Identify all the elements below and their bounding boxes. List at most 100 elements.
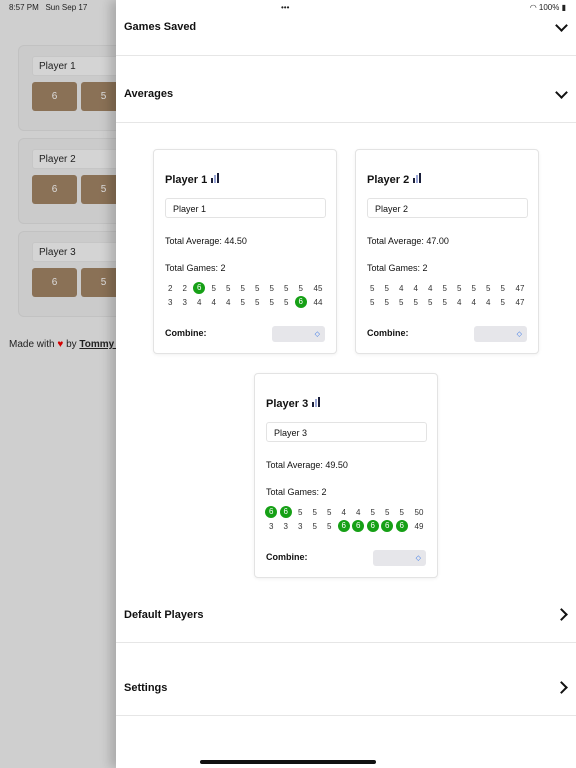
- section-title: Games Saved: [124, 21, 197, 33]
- section-averages[interactable]: Averages: [116, 56, 576, 123]
- frame-score: 5: [442, 297, 447, 307]
- frame-score: 5: [442, 283, 447, 293]
- frame-score: 4: [211, 297, 216, 307]
- score-button[interactable]: 6: [32, 82, 77, 111]
- frame-score: 5: [413, 297, 418, 307]
- combine-label: Combine:: [367, 328, 409, 338]
- player-name-input[interactable]: Player 2: [367, 198, 528, 218]
- frame-score: 4: [197, 297, 202, 307]
- combine-label: Combine:: [266, 552, 308, 562]
- battery-indicator: ◠ 100% ▮: [529, 3, 566, 12]
- chevron-right-icon: [555, 681, 568, 694]
- section-default-players[interactable]: Default Players: [116, 590, 576, 643]
- game-total: 44: [313, 297, 323, 307]
- frame-score: 6: [351, 520, 366, 532]
- credits: Made with ♥ by Tommy P: [9, 339, 124, 350]
- total-average: Total Average: 49.50: [266, 460, 348, 470]
- card-title: Player 3: [266, 397, 321, 410]
- frame-score: 6: [192, 282, 207, 294]
- section-title: Averages: [124, 88, 174, 100]
- frame-score: 5: [284, 283, 289, 293]
- player-average-card: Player 2 Player 2 Total Average: 47.00 T…: [355, 149, 539, 354]
- game-total: 47: [515, 283, 525, 293]
- card-title: Player 1: [165, 173, 220, 186]
- frame-score: 4: [471, 297, 476, 307]
- side-panel: Games Saved Averages Player 1 Player 1 T…: [116, 0, 576, 768]
- game-total: 49: [414, 521, 424, 531]
- total-games: Total Games: 2: [266, 487, 327, 497]
- background-view: Player 1 6 5 Player 2 6 5 Player 365 Made with…: [0, 0, 162, 768]
- frame-score: 5: [298, 507, 303, 517]
- chevron-up-down-icon: ◇: [314, 331, 320, 338]
- score-row: 2 2 6 5 5 5 5 5 5 5 45: [163, 281, 328, 295]
- frame-score: 5: [471, 283, 476, 293]
- player-average-card: Player 3 Player 3 Total Average: 49.50 T…: [254, 373, 438, 578]
- score-button[interactable]: 6: [32, 268, 77, 297]
- player-average-card: Player 1 Player 1 Total Average: 44.50 T…: [153, 149, 337, 354]
- frame-score: 3: [298, 521, 303, 531]
- player-name-input[interactable]: Player 3: [266, 422, 427, 442]
- frame-score: 5: [384, 297, 389, 307]
- frame-score: 5: [399, 507, 404, 517]
- section-settings[interactable]: Settings: [116, 643, 576, 716]
- frame-score: 5: [240, 283, 245, 293]
- frame-score: 2: [168, 283, 173, 293]
- score-button[interactable]: 6: [32, 175, 77, 204]
- score-table: 6 6 5 5 5 4 4 5 5 5 50 3 3 3 5 5 6 6 6 6 6 49: [264, 505, 429, 533]
- frame-score: 5: [269, 283, 274, 293]
- frame-score: 5: [370, 283, 375, 293]
- frame-score: 4: [341, 507, 346, 517]
- frame-score: 4: [226, 297, 231, 307]
- combine-label: Combine:: [165, 328, 207, 338]
- frame-score: 5: [255, 297, 260, 307]
- frame-score: 5: [486, 283, 491, 293]
- frame-score: 5: [312, 521, 317, 531]
- frame-score: 4: [413, 283, 418, 293]
- total-average: Total Average: 47.00: [367, 236, 449, 246]
- frame-score: 5: [428, 297, 433, 307]
- frame-score: 5: [370, 507, 375, 517]
- frame-score: 6: [366, 520, 381, 532]
- multitask-dots[interactable]: •••: [281, 3, 289, 12]
- frame-score: 5: [312, 507, 317, 517]
- section-title: Default Players: [124, 609, 204, 621]
- frame-score: 4: [399, 283, 404, 293]
- frame-score: 2: [182, 283, 187, 293]
- frame-score: 5: [327, 507, 332, 517]
- frame-score: 5: [370, 297, 375, 307]
- section-games-saved[interactable]: Games Saved: [116, 0, 576, 56]
- frame-score: 5: [385, 507, 390, 517]
- heart-icon: ♥: [57, 339, 64, 350]
- card-title: Player 2: [367, 173, 422, 186]
- frame-score: 5: [457, 283, 462, 293]
- section-title: Settings: [124, 682, 168, 694]
- frame-score: 6: [337, 520, 352, 532]
- game-total: 45: [313, 283, 323, 293]
- combine-select[interactable]: ◇: [373, 550, 426, 566]
- frame-score: 6: [380, 520, 395, 532]
- game-total: 47: [515, 297, 525, 307]
- score-row: 3 3 3 5 5 6 6 6 6 6 49: [264, 519, 429, 533]
- frame-score: 6: [279, 506, 294, 518]
- frame-score: 5: [500, 283, 505, 293]
- frame-score: 6: [294, 296, 309, 308]
- home-indicator[interactable]: [200, 760, 376, 764]
- frame-score: 4: [356, 507, 361, 517]
- frame-score: 5: [284, 297, 289, 307]
- score-row: 6 6 5 5 5 4 4 5 5 5 50: [264, 505, 429, 519]
- total-average: Total Average: 44.50: [165, 236, 247, 246]
- combine-select[interactable]: ◇: [474, 326, 527, 342]
- score-row: 3 3 4 4 4 5 5 5 5 6 44: [163, 295, 328, 309]
- frame-score: 5: [327, 521, 332, 531]
- player-name-input[interactable]: Player 1: [165, 198, 326, 218]
- frame-score: 5: [269, 297, 274, 307]
- score-row: 5 5 4 4 4 5 5 5 5 5 47: [365, 281, 530, 295]
- frame-score: 5: [255, 283, 260, 293]
- frame-score: 3: [168, 297, 173, 307]
- chart-bars-icon: [413, 173, 422, 186]
- total-games: Total Games: 2: [367, 263, 428, 273]
- chart-bars-icon: [312, 397, 321, 410]
- combine-select[interactable]: ◇: [272, 326, 325, 342]
- frame-score: 6: [395, 520, 410, 532]
- score-table: 2 2 6 5 5 5 5 5 5 5 45 3 3 4 4 4 5 5 5 5 6 44: [163, 281, 328, 309]
